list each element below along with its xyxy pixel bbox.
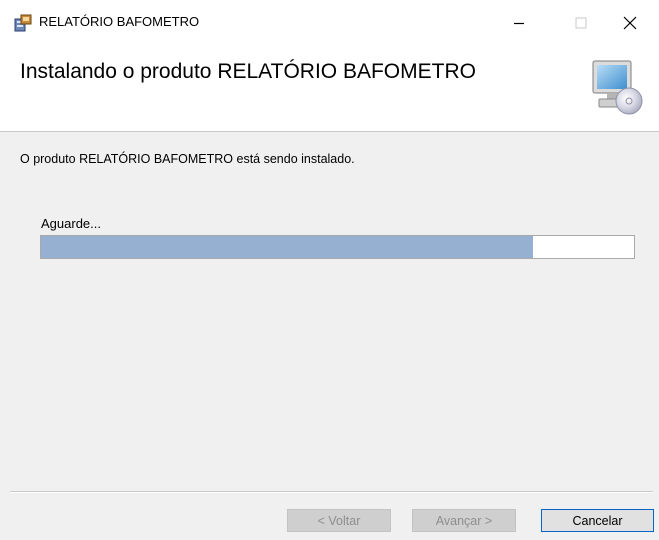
status-message: O produto RELATÓRIO BAFOMETRO está sendo… [20, 152, 355, 166]
next-button[interactable]: Avançar > [412, 509, 516, 532]
progress-bar [40, 235, 635, 259]
maximize-icon [575, 17, 587, 29]
title-bar[interactable]: RELATÓRIO BAFOMETRO [0, 0, 659, 46]
progress-label: Aguarde... [41, 216, 101, 231]
cancel-button[interactable]: Cancelar [541, 509, 654, 532]
progress-fill [41, 236, 534, 258]
header-banner: Instalando o produto RELATÓRIO BAFOMETRO [0, 46, 659, 132]
window-title: RELATÓRIO BAFOMETRO [39, 14, 200, 29]
computer-cd-icon [592, 60, 643, 115]
maximize-button[interactable] [558, 0, 604, 46]
footer-divider [10, 491, 653, 493]
installer-app-icon [14, 14, 32, 32]
minimize-button[interactable] [496, 0, 542, 46]
close-icon [623, 16, 637, 30]
installer-window: RELATÓRIO BAFOMETRO Instalando o produto… [0, 0, 659, 540]
page-title: Instalando o produto RELATÓRIO BAFOMETRO [20, 60, 476, 83]
minimize-icon [514, 22, 524, 25]
close-button[interactable] [607, 0, 653, 46]
back-button[interactable]: < Voltar [287, 509, 391, 532]
